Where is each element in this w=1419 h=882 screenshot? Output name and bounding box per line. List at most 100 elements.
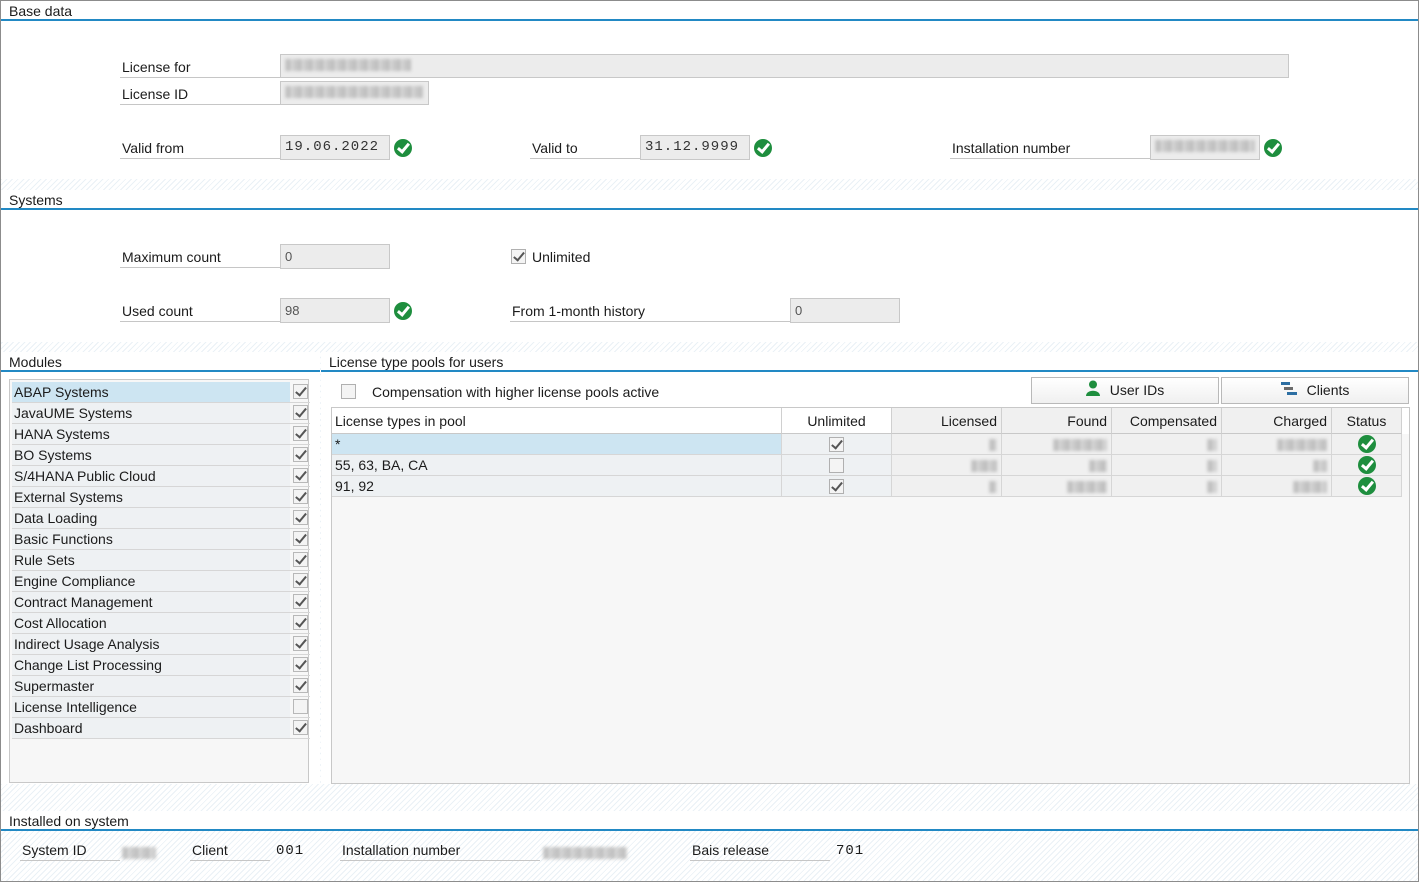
pool-table: License types in pool Unlimited Licensed… — [331, 407, 1410, 784]
redacted-value — [989, 481, 997, 494]
module-row[interactable]: HANA Systems — [12, 424, 310, 445]
module-checkbox[interactable] — [293, 615, 308, 630]
pool-found-cell — [1002, 434, 1112, 455]
release-value: 701 — [836, 843, 865, 859]
pool-unlimited-cell — [782, 434, 892, 455]
valid-to-field[interactable]: 31.12.9999 — [640, 135, 750, 160]
release-label: Bais release — [690, 837, 830, 861]
module-checkbox[interactable] — [293, 510, 308, 525]
compensation-checkbox[interactable] — [341, 384, 356, 399]
module-row[interactable]: Cost Allocation — [12, 613, 310, 634]
module-row[interactable]: Dashboard — [12, 718, 310, 739]
module-checkbox[interactable] — [293, 531, 308, 546]
valid-from-label: Valid from — [120, 135, 280, 159]
pool-charged-cell — [1222, 455, 1332, 476]
module-checkbox[interactable] — [293, 468, 308, 483]
redacted-value — [1155, 140, 1255, 153]
module-row[interactable]: Contract Management — [12, 592, 310, 613]
module-row[interactable]: Engine Compliance — [12, 571, 310, 592]
valid-to-label: Valid to — [530, 135, 640, 159]
license-id-field[interactable] — [280, 81, 429, 105]
pool-compensated-cell — [1112, 434, 1222, 455]
base-data-header: Base data — [1, 1, 1418, 21]
redacted-value — [285, 86, 423, 99]
maximum-count-field[interactable]: 0 — [280, 244, 390, 269]
valid-from-ok-icon — [394, 139, 412, 157]
pool-types-cell[interactable]: 91, 92 — [332, 476, 782, 497]
unlimited-checkbox[interactable] — [511, 249, 526, 264]
module-checkbox[interactable] — [293, 678, 308, 693]
pool-compensated-cell — [1112, 455, 1222, 476]
pool-found-cell — [1002, 476, 1112, 497]
col-unlimited[interactable]: Unlimited — [782, 408, 892, 434]
module-checkbox[interactable] — [293, 426, 308, 441]
clients-label: Clients — [1306, 382, 1350, 398]
redacted-value — [543, 847, 627, 860]
module-checkbox[interactable] — [293, 384, 308, 399]
pool-unlimited-checkbox[interactable] — [829, 437, 844, 452]
module-checkbox[interactable] — [293, 657, 308, 672]
module-name: BO Systems — [12, 445, 290, 465]
pool-unlimited-checkbox[interactable] — [829, 479, 844, 494]
installed-installation-number-value — [543, 844, 627, 860]
pool-unlimited-cell — [782, 476, 892, 497]
status-ok-icon — [1358, 477, 1376, 495]
client-value: 001 — [276, 843, 305, 859]
module-row[interactable]: Change List Processing — [12, 655, 310, 676]
module-row[interactable]: Data Loading — [12, 508, 310, 529]
module-checkbox[interactable] — [293, 447, 308, 462]
pool-types-cell[interactable]: 55, 63, BA, CA — [332, 455, 782, 476]
module-row[interactable]: ABAP Systems — [12, 382, 310, 403]
valid-to-ok-icon — [754, 139, 772, 157]
module-row[interactable]: Rule Sets — [12, 550, 310, 571]
module-checkbox[interactable] — [293, 573, 308, 588]
redacted-value — [1207, 439, 1217, 452]
module-checkbox[interactable] — [293, 405, 308, 420]
col-found[interactable]: Found — [1002, 408, 1112, 434]
module-row[interactable]: S/4HANA Public Cloud — [12, 466, 310, 487]
module-checkbox[interactable] — [293, 636, 308, 651]
module-checkbox[interactable] — [293, 552, 308, 567]
col-charged[interactable]: Charged — [1222, 408, 1332, 434]
module-checkbox[interactable] — [293, 594, 308, 609]
module-checkbox[interactable] — [293, 699, 308, 714]
used-count-field[interactable]: 98 — [280, 298, 390, 323]
valid-from-field[interactable]: 19.06.2022 — [280, 135, 390, 160]
pool-unlimited-checkbox[interactable] — [829, 458, 844, 473]
base-data-section: Base data License for License ID Valid f… — [1, 1, 1418, 179]
license-for-field[interactable] — [280, 54, 1289, 78]
installed-section: Installed on system — [1, 811, 1418, 833]
col-licensed[interactable]: Licensed — [892, 408, 1002, 434]
module-checkbox[interactable] — [293, 489, 308, 504]
col-license-types[interactable]: License types in pool — [332, 408, 782, 434]
history-field[interactable]: 0 — [790, 298, 900, 323]
pool-found-cell — [1002, 455, 1112, 476]
module-row[interactable]: BO Systems — [12, 445, 310, 466]
pool-status-cell — [1332, 434, 1402, 455]
user-icon — [1085, 379, 1100, 404]
pool-types-cell[interactable]: * — [332, 434, 782, 455]
module-row[interactable]: JavaUME Systems — [12, 403, 310, 424]
col-status[interactable]: Status — [1332, 408, 1402, 434]
systems-header: Systems — [1, 190, 1418, 210]
module-name: Rule Sets — [12, 550, 290, 570]
module-row[interactable]: External Systems — [12, 487, 310, 508]
module-row[interactable]: Indirect Usage Analysis — [12, 634, 310, 655]
user-ids-button[interactable]: User IDs — [1031, 377, 1219, 404]
maximum-count-label: Maximum count — [120, 244, 280, 268]
module-row[interactable]: Basic Functions — [12, 529, 310, 550]
redacted-value — [1313, 460, 1327, 473]
system-id-label: System ID — [20, 837, 120, 861]
module-name: S/4HANA Public Cloud — [12, 466, 290, 486]
clients-button[interactable]: Clients — [1221, 377, 1409, 404]
module-checkbox[interactable] — [293, 720, 308, 735]
installation-number-ok-icon — [1264, 139, 1282, 157]
module-row[interactable]: Supermaster — [12, 676, 310, 697]
client-label: Client — [190, 837, 270, 861]
module-name: Indirect Usage Analysis — [12, 634, 290, 654]
redacted-value — [1067, 481, 1107, 494]
col-compensated[interactable]: Compensated — [1112, 408, 1222, 434]
installation-number-field[interactable] — [1150, 135, 1260, 160]
redacted-value — [1053, 439, 1107, 452]
module-row[interactable]: License Intelligence — [12, 697, 310, 718]
